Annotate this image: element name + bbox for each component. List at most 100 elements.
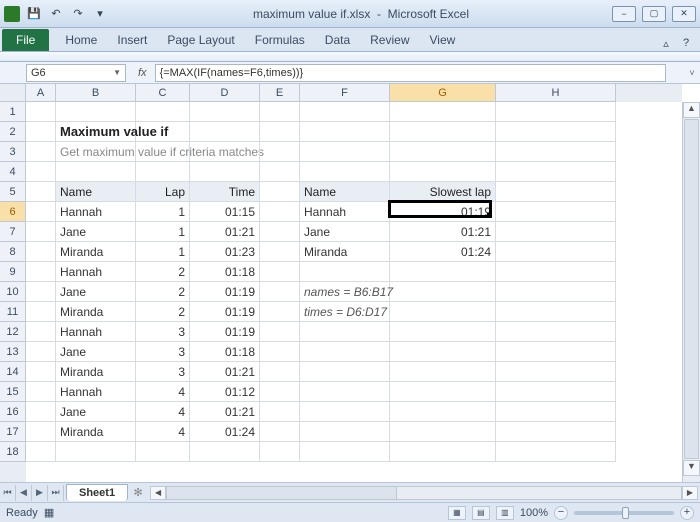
cell-D15[interactable]: 01:12 (190, 382, 260, 402)
cell-D8[interactable]: 01:23 (190, 242, 260, 262)
cell-F1[interactable] (300, 102, 390, 122)
cell-G2[interactable] (390, 122, 496, 142)
cell-F18[interactable] (300, 442, 390, 462)
tab-data[interactable]: Data (315, 29, 360, 51)
undo-icon[interactable]: ↶ (46, 4, 66, 24)
cell-E4[interactable] (260, 162, 300, 182)
cell-C9[interactable]: 2 (136, 262, 190, 282)
page-layout-view-icon[interactable]: ▤ (472, 506, 490, 520)
cell-A9[interactable] (26, 262, 56, 282)
namebox-dropdown-icon[interactable]: ▼ (113, 68, 121, 77)
page-break-view-icon[interactable]: ▥ (496, 506, 514, 520)
macro-record-icon[interactable]: ▦ (44, 506, 54, 519)
column-header-d[interactable]: D (190, 84, 260, 102)
cell-G8[interactable]: 01:24 (390, 242, 496, 262)
file-tab[interactable]: File (2, 29, 49, 51)
column-header-g[interactable]: G (390, 84, 496, 102)
hscroll-thumb[interactable] (167, 487, 397, 499)
cell-G9[interactable] (390, 262, 496, 282)
redo-icon[interactable]: ↷ (68, 4, 88, 24)
cell-H18[interactable] (496, 442, 616, 462)
cell-E3[interactable] (260, 142, 300, 162)
cell-F9[interactable] (300, 262, 390, 282)
cell-H14[interactable] (496, 362, 616, 382)
cell-F16[interactable] (300, 402, 390, 422)
cell-E5[interactable] (260, 182, 300, 202)
new-sheet-icon[interactable]: ✻ (128, 486, 148, 499)
cell-G4[interactable] (390, 162, 496, 182)
cell-D4[interactable] (190, 162, 260, 182)
cell-H11[interactable] (496, 302, 616, 322)
row-header-8[interactable]: 8 (0, 242, 26, 262)
cell-D17[interactable]: 01:24 (190, 422, 260, 442)
minimize-button[interactable]: − (612, 6, 636, 22)
tab-view[interactable]: View (420, 29, 466, 51)
cell-G18[interactable] (390, 442, 496, 462)
cell-B2[interactable]: Maximum value if (56, 122, 136, 142)
cell-E11[interactable] (260, 302, 300, 322)
cell-H15[interactable] (496, 382, 616, 402)
row-header-12[interactable]: 12 (0, 322, 26, 342)
cell-F14[interactable] (300, 362, 390, 382)
formula-bar[interactable]: {=MAX(IF(names=F6,times))} (155, 64, 666, 82)
cell-F4[interactable] (300, 162, 390, 182)
cell-E14[interactable] (260, 362, 300, 382)
cell-G16[interactable] (390, 402, 496, 422)
cell-A7[interactable] (26, 222, 56, 242)
cell-G17[interactable] (390, 422, 496, 442)
cell-D6[interactable]: 01:15 (190, 202, 260, 222)
cell-B9[interactable]: Hannah (56, 262, 136, 282)
row-header-17[interactable]: 17 (0, 422, 26, 442)
cell-F8[interactable]: Miranda (300, 242, 390, 262)
maximize-button[interactable]: ▢ (642, 6, 666, 22)
select-all-corner[interactable] (0, 84, 26, 102)
scroll-up-icon[interactable]: ▲ (683, 102, 700, 118)
cell-F13[interactable] (300, 342, 390, 362)
cell-E6[interactable] (260, 202, 300, 222)
row-header-3[interactable]: 3 (0, 142, 26, 162)
scroll-right-icon[interactable]: ▶ (682, 486, 698, 500)
cell-E16[interactable] (260, 402, 300, 422)
cell-G10[interactable] (390, 282, 496, 302)
cell-D2[interactable] (190, 122, 260, 142)
cell-D18[interactable] (190, 442, 260, 462)
cell-A2[interactable] (26, 122, 56, 142)
row-header-13[interactable]: 13 (0, 342, 26, 362)
cell-D11[interactable]: 01:19 (190, 302, 260, 322)
cell-B1[interactable] (56, 102, 136, 122)
cell-H3[interactable] (496, 142, 616, 162)
zoom-out-button[interactable]: − (554, 506, 568, 520)
row-header-5[interactable]: 5 (0, 182, 26, 202)
cell-A1[interactable] (26, 102, 56, 122)
cell-C8[interactable]: 1 (136, 242, 190, 262)
cell-E10[interactable] (260, 282, 300, 302)
cell-F5[interactable]: Name (300, 182, 390, 202)
row-header-18[interactable]: 18 (0, 442, 26, 462)
cell-B3[interactable]: Get maximum value if criteria matches (56, 142, 136, 162)
cell-G15[interactable] (390, 382, 496, 402)
column-header-h[interactable]: H (496, 84, 616, 102)
cell-H5[interactable] (496, 182, 616, 202)
cell-E13[interactable] (260, 342, 300, 362)
row-header-1[interactable]: 1 (0, 102, 26, 122)
cell-F11[interactable]: times = D6:D17 (300, 302, 390, 322)
cell-A17[interactable] (26, 422, 56, 442)
cell-E1[interactable] (260, 102, 300, 122)
cell-C3[interactable] (136, 142, 190, 162)
zoom-level[interactable]: 100% (520, 507, 548, 519)
cell-H10[interactable] (496, 282, 616, 302)
vertical-scrollbar[interactable]: ▲ ▼ (682, 102, 700, 482)
cell-G3[interactable] (390, 142, 496, 162)
cell-G7[interactable]: 01:21 (390, 222, 496, 242)
cell-G14[interactable] (390, 362, 496, 382)
cell-G1[interactable] (390, 102, 496, 122)
row-header-11[interactable]: 11 (0, 302, 26, 322)
cell-H17[interactable] (496, 422, 616, 442)
cell-D10[interactable]: 01:19 (190, 282, 260, 302)
cell-C17[interactable]: 4 (136, 422, 190, 442)
cell-H6[interactable] (496, 202, 616, 222)
next-sheet-icon[interactable]: ▶ (32, 485, 48, 501)
cell-B11[interactable]: Miranda (56, 302, 136, 322)
cell-D9[interactable]: 01:18 (190, 262, 260, 282)
cell-B5[interactable]: Name (56, 182, 136, 202)
